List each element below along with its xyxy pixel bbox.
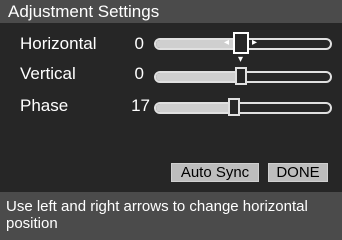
phase-slider-handle[interactable] — [228, 98, 241, 116]
vertical-label: Vertical — [20, 64, 76, 83]
arrow-left-icon: ◂ — [224, 37, 230, 48]
auto-sync-button[interactable]: Auto Sync — [171, 163, 259, 182]
phase-slider[interactable] — [154, 102, 332, 114]
phase-label: Phase — [20, 96, 69, 115]
help-footer: Use left and right arrows to change hori… — [0, 192, 342, 240]
vertical-fill — [156, 73, 243, 81]
horizontal-slider-handle[interactable] — [233, 32, 249, 54]
arrow-down-icon: ▾ — [238, 54, 244, 65]
phase-fill — [156, 104, 237, 112]
horizontal-label: Horizontal — [20, 34, 97, 53]
help-text: Use left and right arrows to change hori… — [6, 198, 308, 232]
arrow-right-icon: ▸ — [252, 37, 258, 48]
vertical-value: 0 — [134, 64, 144, 83]
horizontal-fill — [156, 40, 243, 48]
vertical-slider-handle[interactable] — [235, 67, 247, 85]
phase-value: 17 — [131, 96, 150, 115]
done-button[interactable]: DONE — [268, 163, 328, 182]
menu-title: Adjustment Settings — [8, 2, 160, 21]
adjustment-settings-osd: Adjustment Settings Horizontal 0 ◂ ▸ ▾ V… — [0, 0, 342, 240]
horizontal-value: 0 — [134, 34, 144, 53]
title-bar: Adjustment Settings — [0, 0, 342, 23]
